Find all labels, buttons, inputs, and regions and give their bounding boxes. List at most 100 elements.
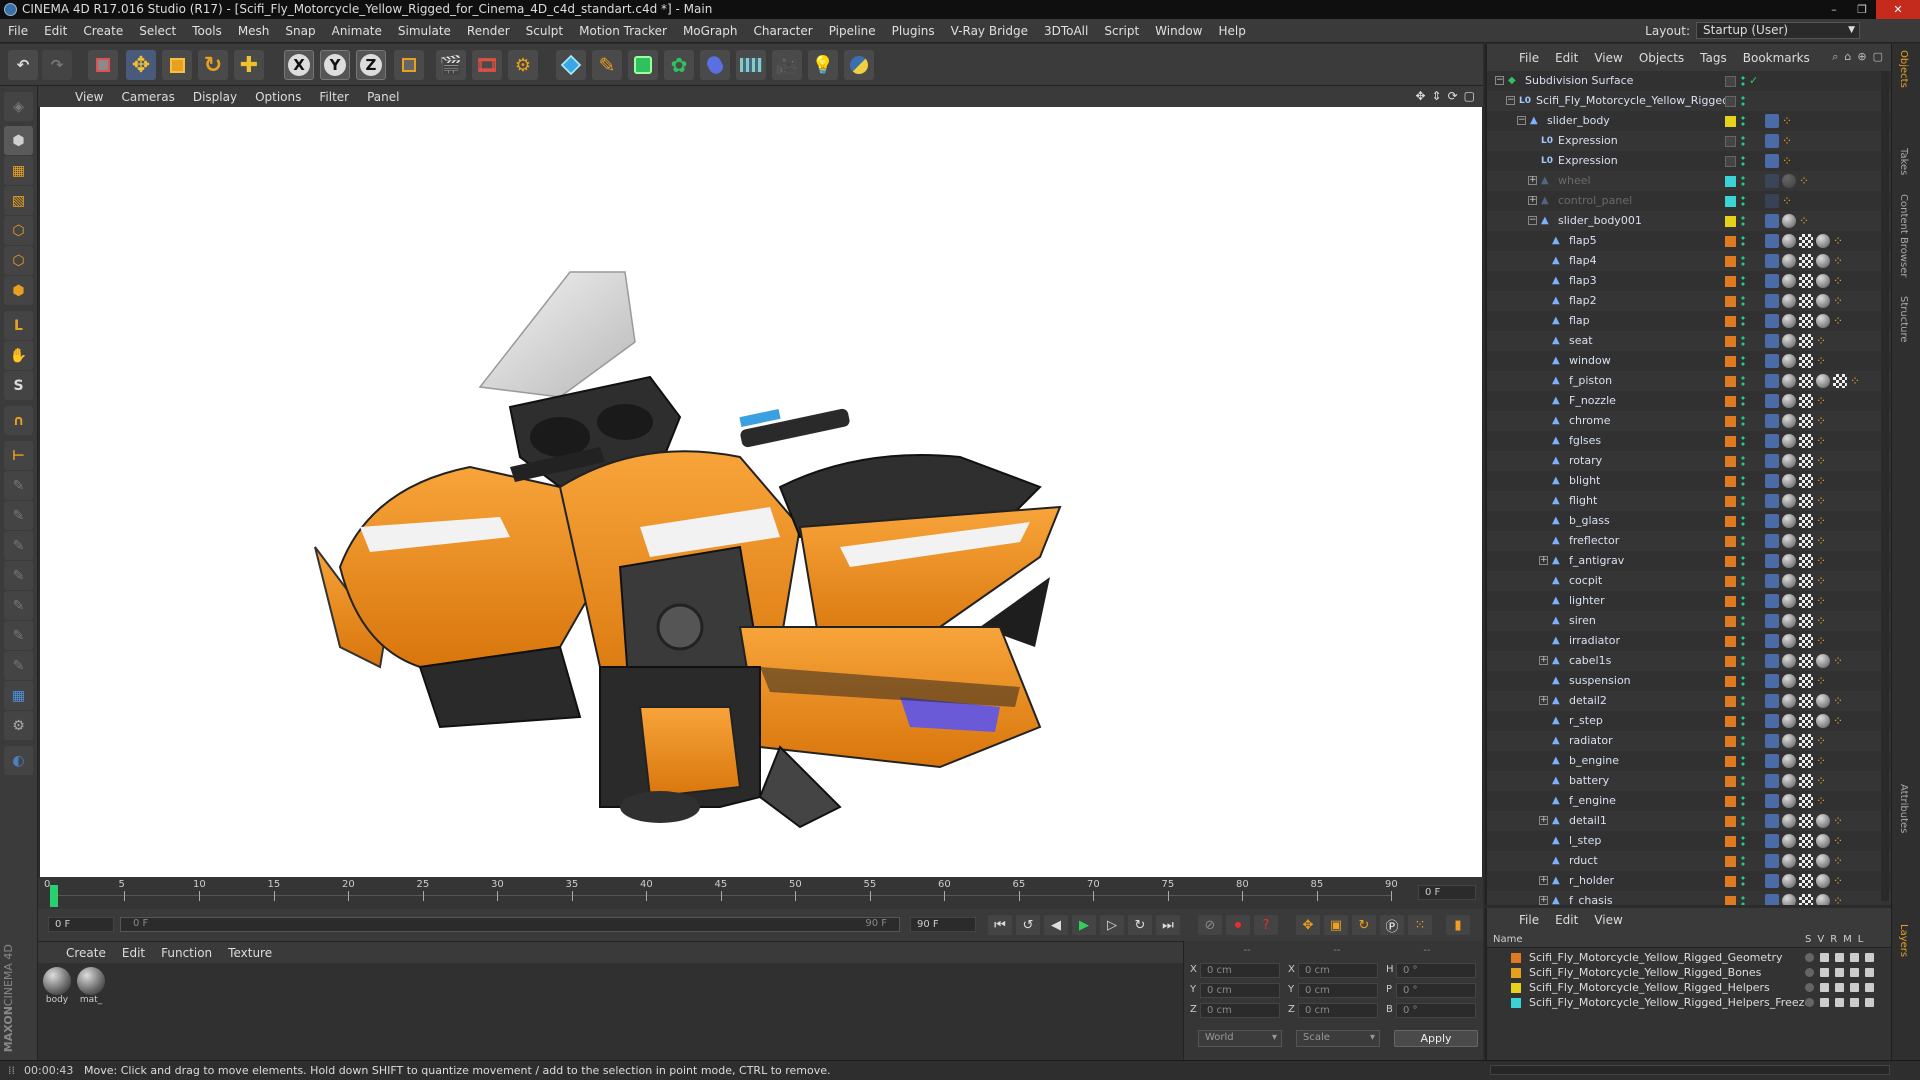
layer-color-swatch[interactable]	[1725, 596, 1736, 607]
phong-tag-icon[interactable]	[1782, 494, 1796, 508]
layer-color-swatch[interactable]	[1725, 296, 1736, 307]
layer-color-swatch[interactable]	[1725, 776, 1736, 787]
phong-tag-icon[interactable]	[1782, 894, 1796, 905]
phong-tag-icon[interactable]	[1782, 794, 1796, 808]
cube-primitive-icon[interactable]	[556, 50, 586, 80]
texture-tag-icon[interactable]	[1833, 374, 1847, 388]
viewport-move-icon[interactable]: ✥	[1415, 89, 1425, 103]
constraint-tag-icon[interactable]	[1765, 694, 1779, 708]
viewport-menu-view[interactable]: View	[66, 90, 112, 104]
object-row[interactable]: ▲ flap3 ⁘	[1487, 271, 1891, 291]
visibility-dots-icon[interactable]	[1741, 335, 1745, 347]
constraint-tag-icon[interactable]	[1765, 134, 1779, 148]
menu-render[interactable]: Render	[459, 24, 518, 38]
layer-color-icon[interactable]	[1511, 983, 1521, 993]
tree-expander-icon[interactable]: +	[1528, 196, 1537, 205]
close-button[interactable]: ✕	[1876, 0, 1920, 19]
visibility-dots-icon[interactable]	[1741, 455, 1745, 467]
constraint-tag-icon[interactable]	[1765, 874, 1779, 888]
constraint-tag-icon[interactable]	[1765, 714, 1779, 728]
model-mode-icon[interactable]: ◈	[4, 92, 33, 121]
live-selection-icon[interactable]	[88, 50, 118, 80]
visibility-dots-icon[interactable]	[1741, 775, 1745, 787]
texture-tag-icon[interactable]	[1799, 234, 1813, 248]
tree-expander-icon[interactable]: −	[1517, 116, 1526, 125]
phong-tag-icon[interactable]	[1782, 374, 1796, 388]
texture-tag-icon[interactable]	[1799, 854, 1813, 868]
constraint-tag-icon[interactable]	[1765, 254, 1779, 268]
render-view-icon[interactable]: 🎬	[436, 50, 466, 80]
phong-tag-icon[interactable]	[1782, 294, 1796, 308]
phong-tag-icon[interactable]	[1816, 294, 1830, 308]
visibility-dots-icon[interactable]	[1741, 75, 1745, 87]
viewport-menu-filter[interactable]: Filter	[310, 90, 358, 104]
phong-tag-icon[interactable]	[1782, 654, 1796, 668]
visibility-dots-icon[interactable]	[1741, 435, 1745, 447]
texture-tag-icon[interactable]	[1799, 354, 1813, 368]
undo-icon[interactable]: ↶	[8, 50, 38, 80]
side-tab-takes[interactable]: Takes	[1898, 148, 1909, 175]
light-object-icon[interactable]: 💡	[808, 50, 838, 80]
object-tree-scrollbar[interactable]	[1881, 71, 1889, 901]
layer-color-swatch[interactable]	[1725, 176, 1736, 187]
solo-toggle-icon[interactable]	[1805, 998, 1814, 1007]
object-menu-bookmarks[interactable]: Bookmarks	[1735, 51, 1818, 65]
object-row[interactable]: ▲ seat ⁘	[1487, 331, 1891, 351]
material-menu-create[interactable]: Create	[58, 946, 114, 960]
end-frame-field[interactable]: 90 F	[910, 917, 976, 932]
layer-menu-edit[interactable]: Edit	[1547, 913, 1586, 927]
horizontal-scrollbar[interactable]	[1490, 1065, 1890, 1075]
object-row[interactable]: − L0 Scifi_Fly_Motorcycle_Yellow_Rigged	[1487, 91, 1891, 111]
tree-expander-icon[interactable]: +	[1539, 556, 1548, 565]
visibility-dots-icon[interactable]	[1741, 315, 1745, 327]
brush-icon-2[interactable]: ✎	[4, 501, 33, 530]
magnet-icon[interactable]: ∩	[4, 406, 33, 435]
lock-toggle-icon[interactable]	[1865, 953, 1874, 962]
visibility-dots-icon[interactable]	[1741, 375, 1745, 387]
phong-tag-icon[interactable]	[1816, 274, 1830, 288]
constraint-tag-icon[interactable]	[1765, 194, 1779, 208]
object-row[interactable]: + ▲ control_panel ⁘	[1487, 191, 1891, 211]
visibility-dots-icon[interactable]	[1741, 895, 1745, 905]
visibility-dots-icon[interactable]	[1741, 695, 1745, 707]
ik-tag-icon[interactable]: ⁘	[1816, 411, 1826, 431]
texture-tag-icon[interactable]	[1799, 254, 1813, 268]
python-script-icon[interactable]	[844, 50, 874, 80]
visibility-dots-icon[interactable]	[1741, 115, 1745, 127]
keyframe-selection-icon[interactable]: ?	[1254, 915, 1278, 935]
frame-range-slider[interactable]: 0 F 90 F	[120, 917, 900, 932]
visibility-dots-icon[interactable]	[1741, 215, 1745, 227]
constraint-tag-icon[interactable]	[1765, 354, 1779, 368]
layer-color-swatch[interactable]	[1725, 316, 1736, 327]
layer-color-swatch[interactable]	[1725, 816, 1736, 827]
layer-color-swatch[interactable]	[1725, 276, 1736, 287]
ik-tag-icon[interactable]: ⁘	[1833, 311, 1843, 331]
key-point-level-icon[interactable]: ⁙	[1408, 915, 1432, 935]
texture-tag-icon[interactable]	[1799, 834, 1813, 848]
visibility-dots-icon[interactable]	[1741, 495, 1745, 507]
object-mode-icon[interactable]: ⬢	[4, 126, 33, 155]
layer-color-icon[interactable]	[1511, 968, 1521, 978]
side-tab-structure[interactable]: Structure	[1898, 296, 1909, 343]
texture-tag-icon[interactable]	[1799, 534, 1813, 548]
visibility-dots-icon[interactable]	[1741, 515, 1745, 527]
tree-expander-icon[interactable]: +	[1539, 896, 1548, 905]
menu-pipeline[interactable]: Pipeline	[821, 24, 884, 38]
visibility-dots-icon[interactable]	[1741, 355, 1745, 367]
viewport-menu-options[interactable]: Options	[246, 90, 310, 104]
render-toggle-icon[interactable]	[1835, 968, 1844, 977]
render-toggle-icon[interactable]	[1835, 998, 1844, 1007]
constraint-tag-icon[interactable]	[1765, 414, 1779, 428]
new-view-icon[interactable]: ⊕	[1857, 50, 1866, 64]
material-swatch[interactable]: body	[42, 967, 72, 1005]
phong-tag-icon[interactable]	[1782, 574, 1796, 588]
render-settings-icon[interactable]: ⚙	[508, 50, 538, 80]
layer-color-swatch[interactable]	[1725, 556, 1736, 567]
viewport-zoom-icon[interactable]: ⇕	[1432, 89, 1442, 103]
layer-color-swatch[interactable]	[1725, 576, 1736, 587]
constraint-tag-icon[interactable]	[1765, 514, 1779, 528]
viewport-menu-panel[interactable]: Panel	[358, 90, 408, 104]
menu-snap[interactable]: Snap	[277, 24, 323, 38]
home-icon[interactable]: ⌂	[1844, 50, 1851, 64]
object-row[interactable]: ▲ flap2 ⁘	[1487, 291, 1891, 311]
